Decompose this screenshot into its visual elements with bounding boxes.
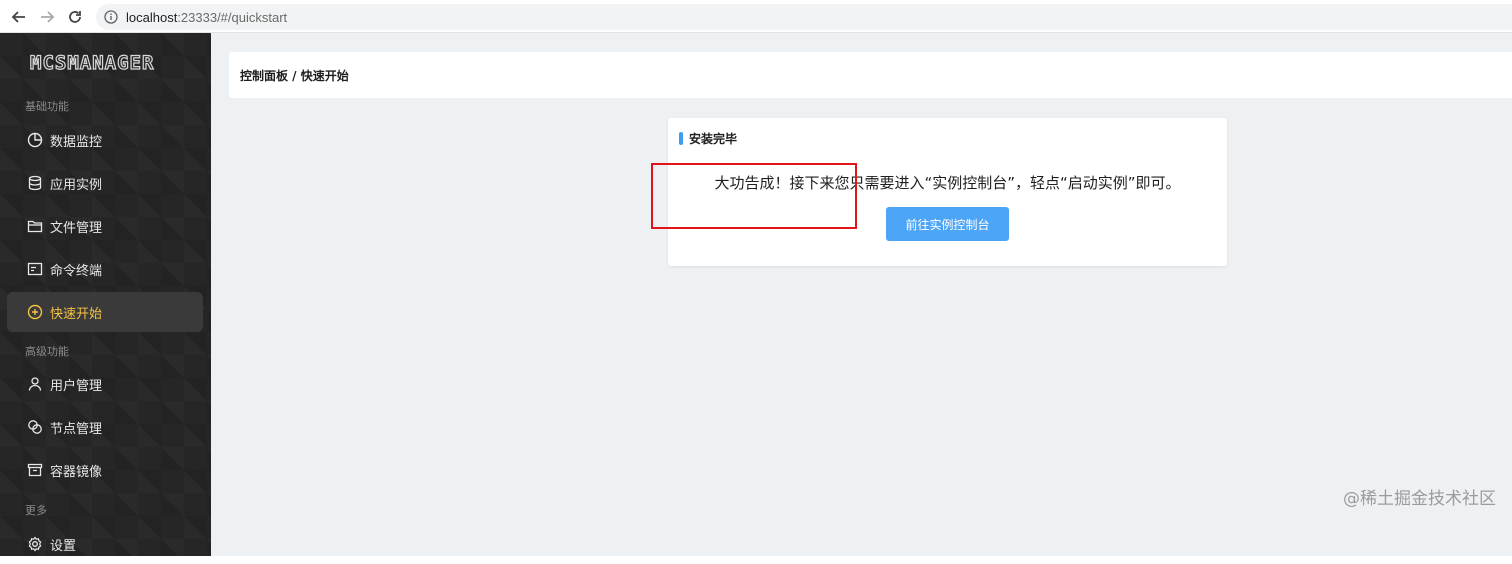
sidebar-item-nodes[interactable]: 节点管理 bbox=[7, 407, 203, 447]
url-text: localhost:23333/#/quickstart bbox=[126, 10, 287, 25]
sidebar-item-label: 用户管理 bbox=[50, 378, 103, 394]
back-button[interactable] bbox=[8, 6, 30, 28]
user-icon bbox=[27, 376, 43, 392]
arrow-left-icon bbox=[11, 11, 25, 23]
section-title-advanced: 高级功能 bbox=[25, 345, 69, 358]
breadcrumb-text: 控制面板 / 快速开始 bbox=[240, 68, 349, 83]
main-content: 控制面板 / 快速开始 安装完毕 大功告成！接下来您只需要进入“实例控制台”，轻… bbox=[211, 33, 1512, 556]
sidebar-item-terminal[interactable]: 命令终端 bbox=[7, 249, 203, 289]
card-title: 安装完毕 bbox=[679, 130, 737, 146]
folder-icon bbox=[27, 218, 43, 234]
sidebar-item-quickstart[interactable]: 快速开始 bbox=[7, 292, 203, 332]
url-path: :23333/#/quickstart bbox=[177, 9, 288, 25]
sidebar-item-label: 应用实例 bbox=[50, 177, 103, 193]
sidebar-item-container-images[interactable]: 容器镜像 bbox=[7, 450, 203, 490]
database-icon bbox=[27, 175, 43, 191]
sidebar-item-users[interactable]: 用户管理 bbox=[7, 364, 203, 404]
highlight-annotation-box bbox=[651, 163, 857, 229]
sidebar-item-settings[interactable]: 设置 bbox=[7, 524, 203, 564]
title-accent-bar bbox=[679, 131, 683, 145]
section-title-more: 更多 bbox=[25, 504, 47, 517]
watermark: @稀土掘金技术社区 bbox=[1343, 489, 1496, 509]
reload-icon bbox=[69, 11, 81, 23]
nodes-icon bbox=[27, 419, 43, 435]
address-bar[interactable]: localhost:23333/#/quickstart bbox=[96, 4, 1512, 30]
app-logo[interactable]: MCSMANAGER bbox=[29, 51, 182, 75]
url-host: localhost bbox=[126, 9, 178, 25]
sidebar-item-label: 数据监控 bbox=[50, 134, 103, 150]
goto-instance-console-button[interactable]: 前往实例控制台 bbox=[886, 207, 1009, 241]
forward-button[interactable] bbox=[36, 6, 58, 28]
sidebar-item-label: 快速开始 bbox=[50, 306, 103, 322]
sidebar: MCSMANAGER 基础功能 数据监控 应用实例 文件管理 命令终端 快速开始… bbox=[0, 33, 211, 556]
sidebar-item-data-monitor[interactable]: 数据监控 bbox=[7, 120, 203, 160]
arrow-right-icon bbox=[41, 11, 55, 23]
plus-circle-icon bbox=[27, 304, 43, 320]
sidebar-item-label: 节点管理 bbox=[50, 421, 103, 437]
sidebar-item-label: 设置 bbox=[50, 538, 77, 554]
sidebar-item-files[interactable]: 文件管理 bbox=[7, 206, 203, 246]
breadcrumb: 控制面板 / 快速开始 bbox=[229, 52, 1512, 98]
card-title-text: 安装完毕 bbox=[689, 131, 738, 146]
sidebar-item-label: 容器镜像 bbox=[50, 464, 103, 480]
reload-button[interactable] bbox=[64, 6, 86, 28]
sidebar-item-label: 文件管理 bbox=[50, 220, 103, 236]
sidebar-item-label: 命令终端 bbox=[50, 263, 103, 279]
browser-toolbar: localhost:23333/#/quickstart bbox=[0, 0, 1512, 33]
gear-icon bbox=[27, 536, 43, 552]
container-icon bbox=[27, 462, 43, 478]
sidebar-item-instances[interactable]: 应用实例 bbox=[7, 163, 203, 203]
pie-chart-icon bbox=[27, 132, 43, 148]
terminal-icon bbox=[27, 261, 43, 277]
section-title-basic: 基础功能 bbox=[25, 100, 69, 113]
info-icon bbox=[104, 10, 118, 24]
